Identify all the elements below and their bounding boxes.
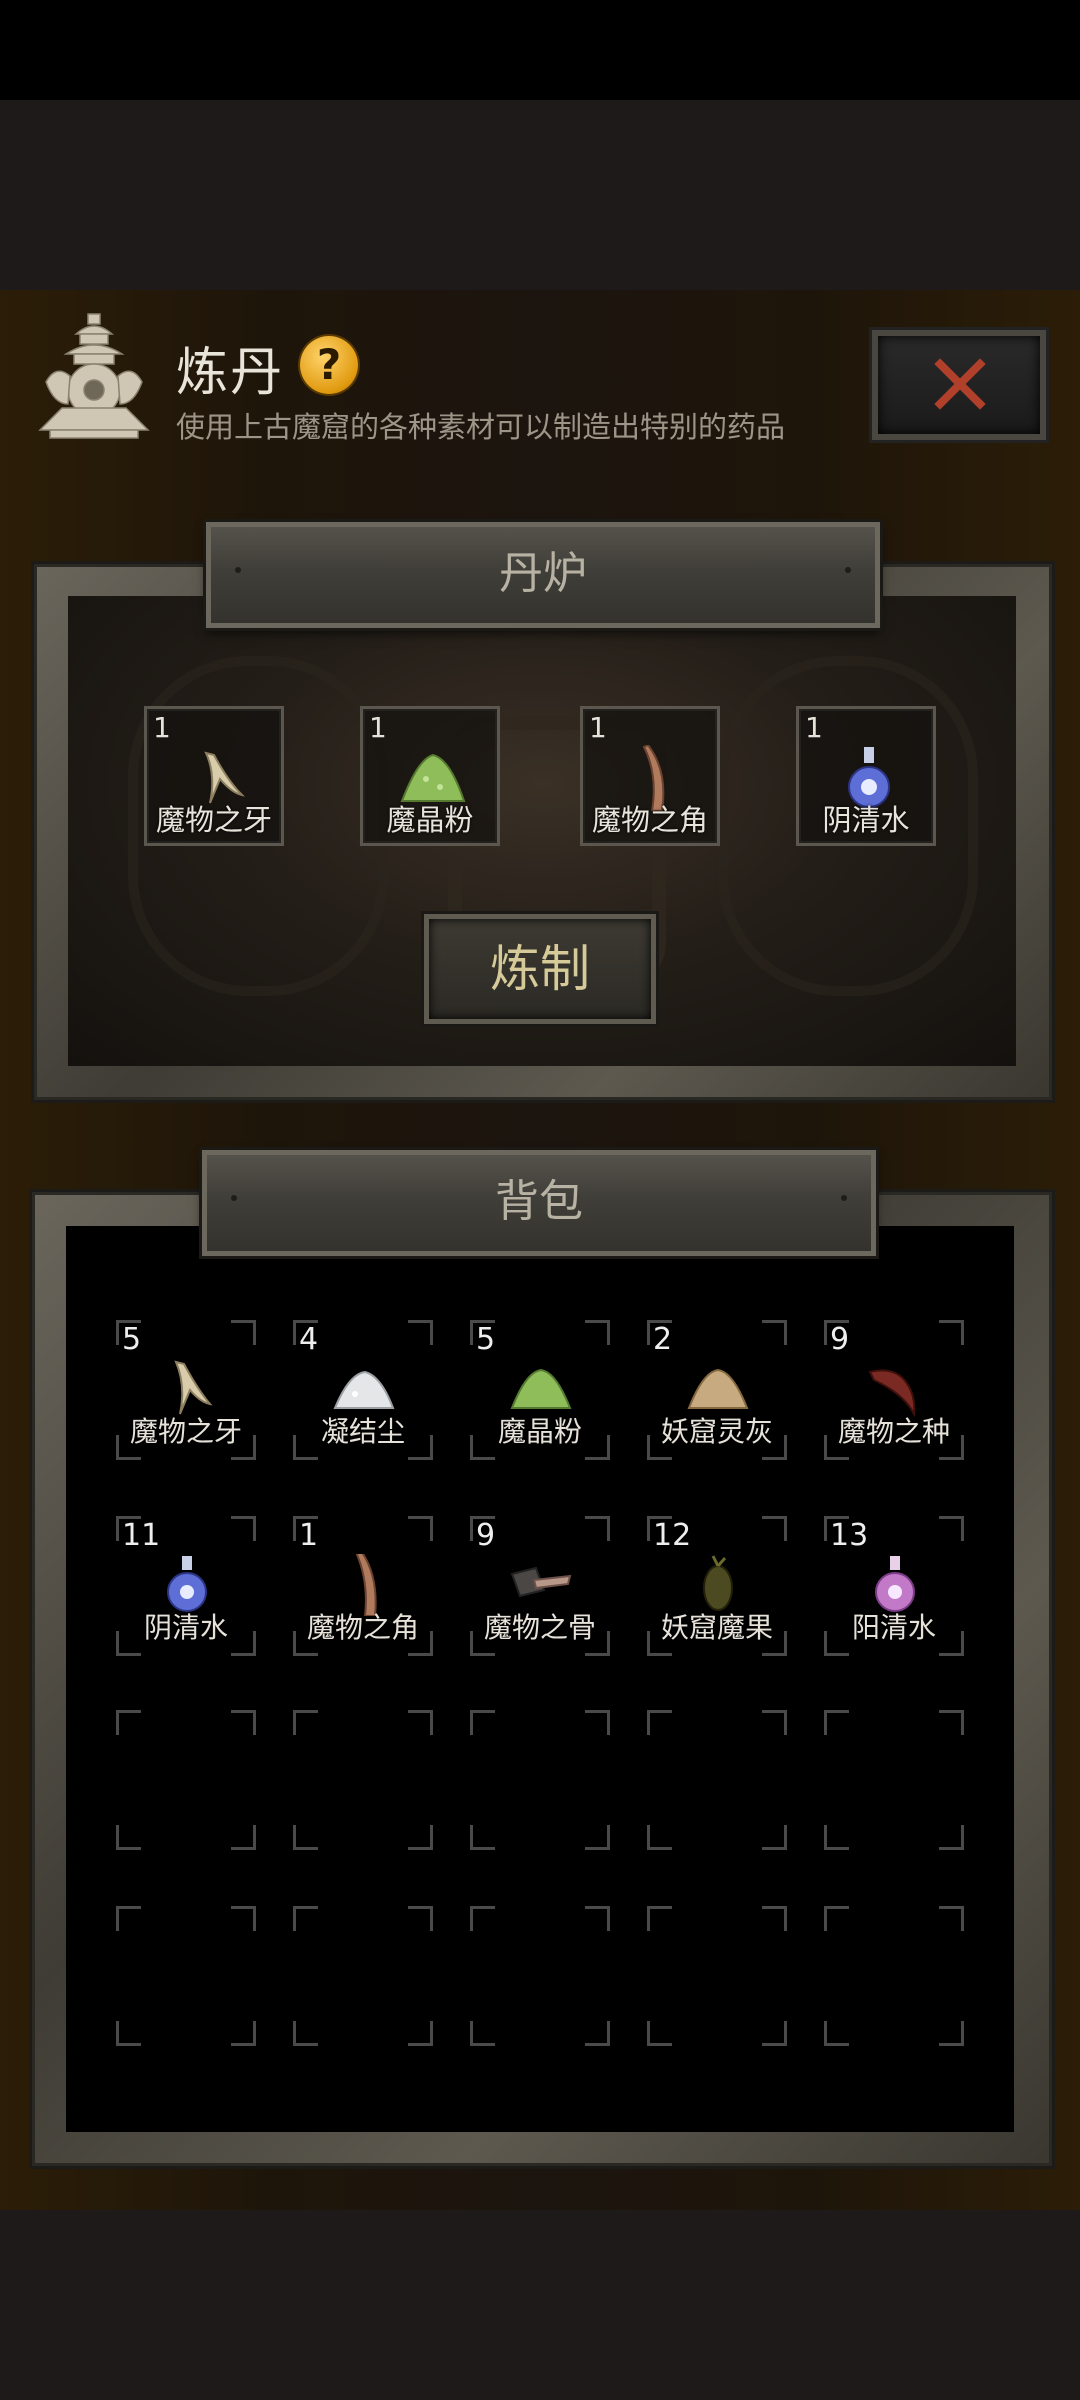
item-count: 12 (653, 1518, 692, 1553)
item-name: 凝结尘 (320, 1415, 405, 1448)
slot-count: 1 (589, 711, 607, 744)
bag-item[interactable]: 5 魔晶粉 (470, 1320, 610, 1460)
page-subtitle: 使用上古魔窟的各种素材可以制造出特别的药品 (176, 410, 786, 444)
help-icon[interactable]: ? (300, 336, 358, 394)
bag-title-plaque: 背包 (202, 1150, 876, 1256)
empty-bag-slot[interactable] (293, 1710, 433, 1850)
page-title: 炼丹 (176, 343, 285, 403)
close-icon (934, 358, 986, 410)
item-name: 魔物之牙 (129, 1415, 242, 1448)
bag-item[interactable]: 9 魔物之骨 (470, 1516, 610, 1656)
item-count: 1 (299, 1518, 319, 1553)
empty-bag-slot[interactable] (647, 1906, 787, 2046)
slot-name: 魔物之牙 (155, 803, 272, 837)
pagoda-logo-icon (38, 313, 150, 439)
item-name: 魔物之角 (306, 1611, 419, 1644)
item-count: 5 (476, 1322, 496, 1357)
item-name: 妖窟魔果 (660, 1611, 773, 1644)
empty-bag-slot[interactable] (470, 1710, 610, 1850)
slot-count: 1 (369, 711, 387, 744)
empty-bag-slot[interactable] (647, 1710, 787, 1850)
status-bar (0, 0, 1080, 100)
item-name: 魔物之种 (837, 1415, 950, 1448)
slot-name: 魔物之角 (591, 803, 708, 837)
furnace-slot[interactable]: 1 魔物之角 (580, 706, 720, 846)
bag-item[interactable]: 5 魔物之牙 (116, 1320, 256, 1460)
slot-count: 1 (153, 711, 171, 744)
empty-bag-slot[interactable] (824, 1906, 964, 2046)
slot-count: 1 (805, 711, 823, 744)
furnace-slot[interactable]: 1 魔物之牙 (144, 706, 284, 846)
item-count: 5 (122, 1322, 142, 1357)
bottom-spacer (0, 2210, 1080, 2400)
item-name: 妖窟灵灰 (660, 1415, 773, 1448)
slot-name: 魔晶粉 (386, 803, 474, 837)
bag-title: 背包 (495, 1176, 583, 1227)
empty-bag-slot[interactable] (470, 1906, 610, 2046)
close-button[interactable] (869, 327, 1049, 443)
item-name: 魔晶粉 (497, 1415, 582, 1448)
bag-item[interactable]: 2 妖窟灵灰 (647, 1320, 787, 1460)
bag-item[interactable]: 11 阴清水 (116, 1516, 256, 1656)
furnace-slot[interactable]: 1 魔晶粉 (360, 706, 500, 846)
item-count: 9 (830, 1322, 850, 1357)
item-count: 4 (299, 1322, 319, 1357)
bag-item[interactable]: 1 魔物之角 (293, 1516, 433, 1656)
item-count: 9 (476, 1518, 496, 1553)
item-name: 魔物之骨 (483, 1611, 596, 1644)
empty-bag-slot[interactable] (116, 1710, 256, 1850)
bag-item[interactable]: 12 妖窟魔果 (647, 1516, 787, 1656)
empty-bag-slot[interactable] (293, 1906, 433, 2046)
empty-bag-slot[interactable] (824, 1710, 964, 1850)
bag-item[interactable]: 13 阳清水 (824, 1516, 964, 1656)
bag-item[interactable]: 4 凝结尘 (293, 1320, 433, 1460)
top-spacer (0, 100, 1080, 290)
item-count: 11 (122, 1518, 161, 1553)
refine-button[interactable]: 炼制 (424, 914, 656, 1024)
item-name: 阴清水 (143, 1611, 228, 1644)
furnace-slot[interactable]: 1 阴清水 (796, 706, 936, 846)
empty-bag-slot[interactable] (116, 1906, 256, 2046)
item-name: 阳清水 (851, 1611, 936, 1644)
furnace-title: 丹炉 (499, 548, 587, 599)
furnace-title-plaque: 丹炉 (206, 522, 880, 628)
slot-name: 阴清水 (822, 803, 910, 837)
item-count: 13 (830, 1518, 869, 1553)
item-count: 2 (653, 1322, 673, 1357)
bag-item[interactable]: 9 魔物之种 (824, 1320, 964, 1460)
